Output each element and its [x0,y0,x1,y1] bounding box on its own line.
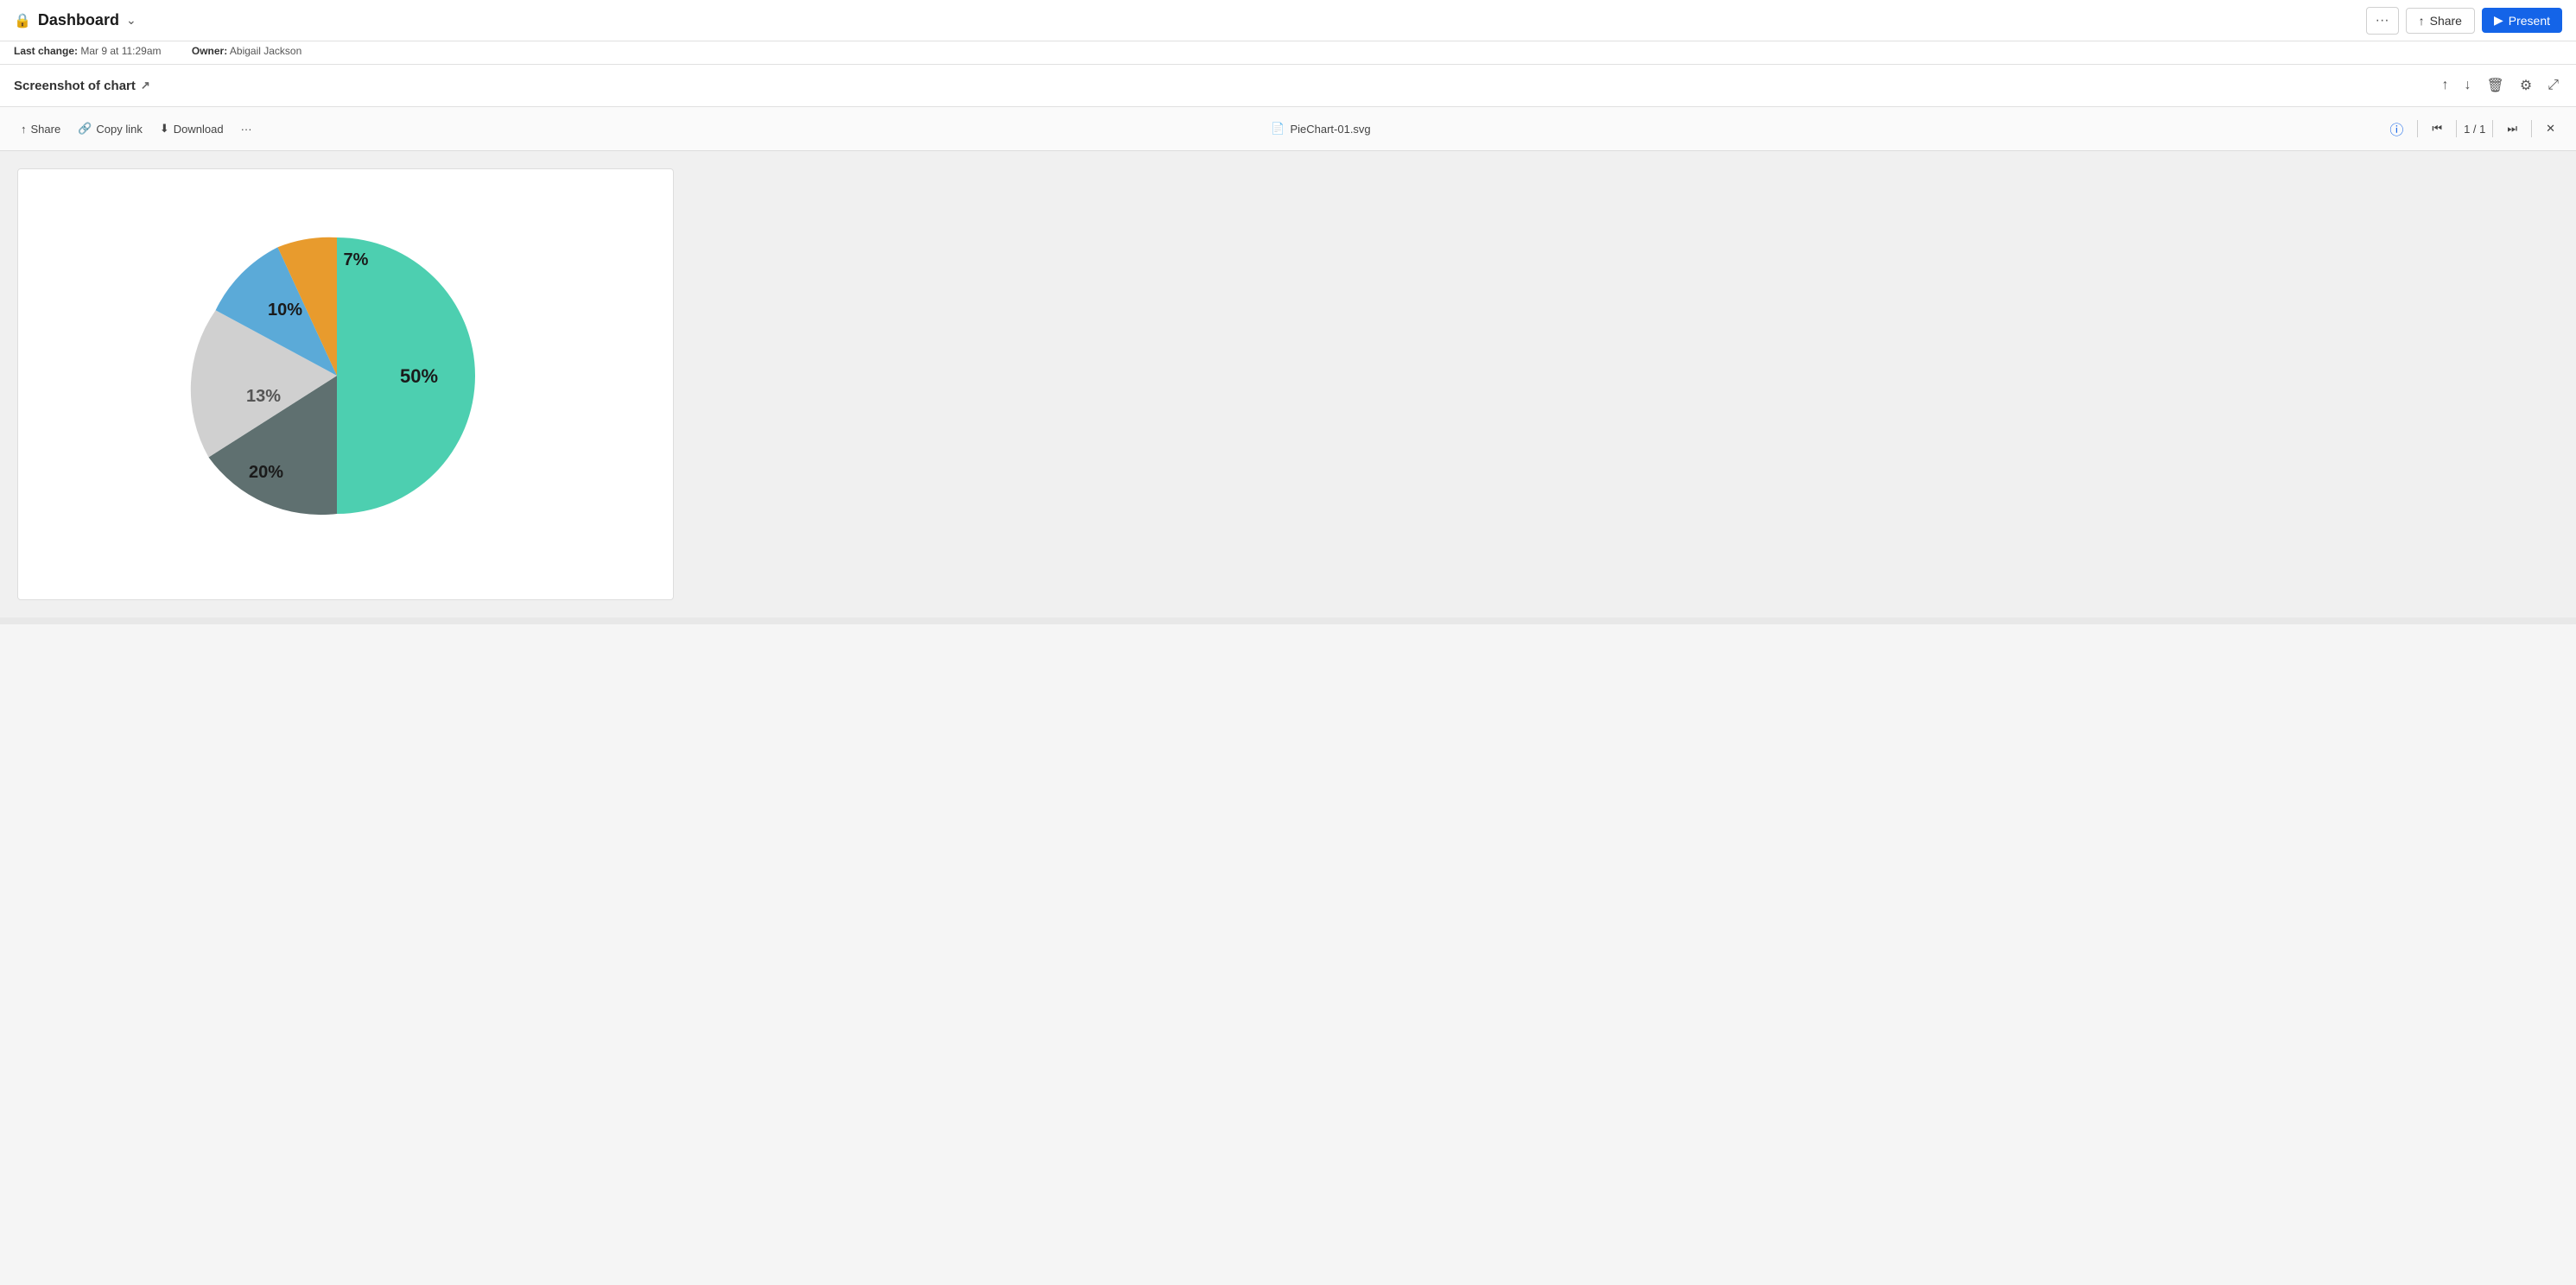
header-left: 🔒 Dashboard ⌄ [14,11,136,29]
share-icon: ↑ [2419,14,2425,28]
separator-3 [2492,120,2493,137]
expand-button[interactable]: ⤢ [2544,74,2562,97]
delete-button[interactable]: 🗑 [2484,73,2508,98]
chart-viewer: 50% 20% 13% 10% 7% [0,151,2576,617]
section-title-text: Screenshot of chart [14,79,136,93]
section-header: Screenshot of chart ↗ ↑ ↓ 🗑 ⚙ ⤢ [0,65,2576,107]
svg-text:7%: 7% [344,250,369,269]
chart-card: 50% 20% 13% 10% 7% [17,168,674,600]
share-label: Share [2430,14,2462,28]
scroll-bar[interactable] [0,617,2576,624]
meta-row: Last change: Mar 9 at 11:29am Owner: Abi… [0,41,2576,65]
file-name-area: 📄 PieChart-01.svg [263,122,2380,136]
separator-4 [2531,120,2532,137]
toolbar-right: ⓘ ⏮ 1 / 1 ⏭ ✕ [2382,114,2562,143]
file-icon: 📄 [1271,122,1285,136]
link-icon: 🔗 [78,122,92,136]
share-toolbar-icon: ↑ [21,123,27,136]
play-icon: ▶ [2494,13,2503,28]
chevron-down-icon: ⌄ [126,13,136,28]
svg-text:13%: 13% [246,387,281,406]
separator-1 [2417,120,2418,137]
svg-text:20%: 20% [249,463,283,482]
share-toolbar-button[interactable]: ↑ Share [14,118,67,140]
share-toolbar-label: Share [31,123,61,136]
present-label: Present [2509,14,2550,28]
page-indicator: 1 / 1 [2464,123,2485,136]
nav-last-button[interactable]: ⏭ [2500,117,2524,140]
nav-first-button[interactable]: ⏮ [2425,117,2449,140]
settings-button[interactable]: ⚙ [2516,73,2535,98]
lock-icon: 🔒 [14,12,31,29]
info-icon: ⓘ [2389,118,2403,139]
header-right: ··· ↑ Share ▶ Present [2366,7,2562,35]
last-change: Last change: Mar 9 at 11:29am [14,45,178,57]
download-icon: ⬇ [160,122,169,136]
download-button[interactable]: ⬇ Download [153,117,231,140]
file-name: PieChart-01.svg [1290,123,1370,136]
viewer-more-button[interactable]: ··· [234,118,259,140]
present-button[interactable]: ▶ Present [2482,8,2562,33]
separator-2 [2456,120,2457,137]
svg-text:10%: 10% [268,301,302,320]
external-link-icon[interactable]: ↗ [141,79,150,92]
download-label: Download [174,123,224,136]
viewer-container: ↑ Share 🔗 Copy link ⬇ Download ··· 📄 Pie… [0,107,2576,624]
pie-chart: 50% 20% 13% 10% 7% [164,203,527,566]
info-button[interactable]: ⓘ [2382,114,2410,143]
section-actions: ↑ ↓ 🗑 ⚙ ⤢ [2439,73,2562,98]
move-up-button[interactable]: ↑ [2439,74,2452,97]
share-button[interactable]: ↑ Share [2406,8,2475,34]
copy-link-button[interactable]: 🔗 Copy link [71,117,149,140]
close-viewer-button[interactable]: ✕ [2539,117,2562,140]
page-title: Dashboard [38,11,119,29]
viewer-toolbar: ↑ Share 🔗 Copy link ⬇ Download ··· 📄 Pie… [0,107,2576,151]
owner: Owner: Abigail Jackson [192,45,315,57]
copy-link-label: Copy link [96,123,142,136]
svg-text:50%: 50% [400,365,438,387]
move-down-button[interactable]: ↓ [2461,74,2475,97]
more-options-button[interactable]: ··· [2366,7,2399,35]
top-header: 🔒 Dashboard ⌄ ··· ↑ Share ▶ Present [0,0,2576,41]
section-title-area: Screenshot of chart ↗ [14,79,150,93]
